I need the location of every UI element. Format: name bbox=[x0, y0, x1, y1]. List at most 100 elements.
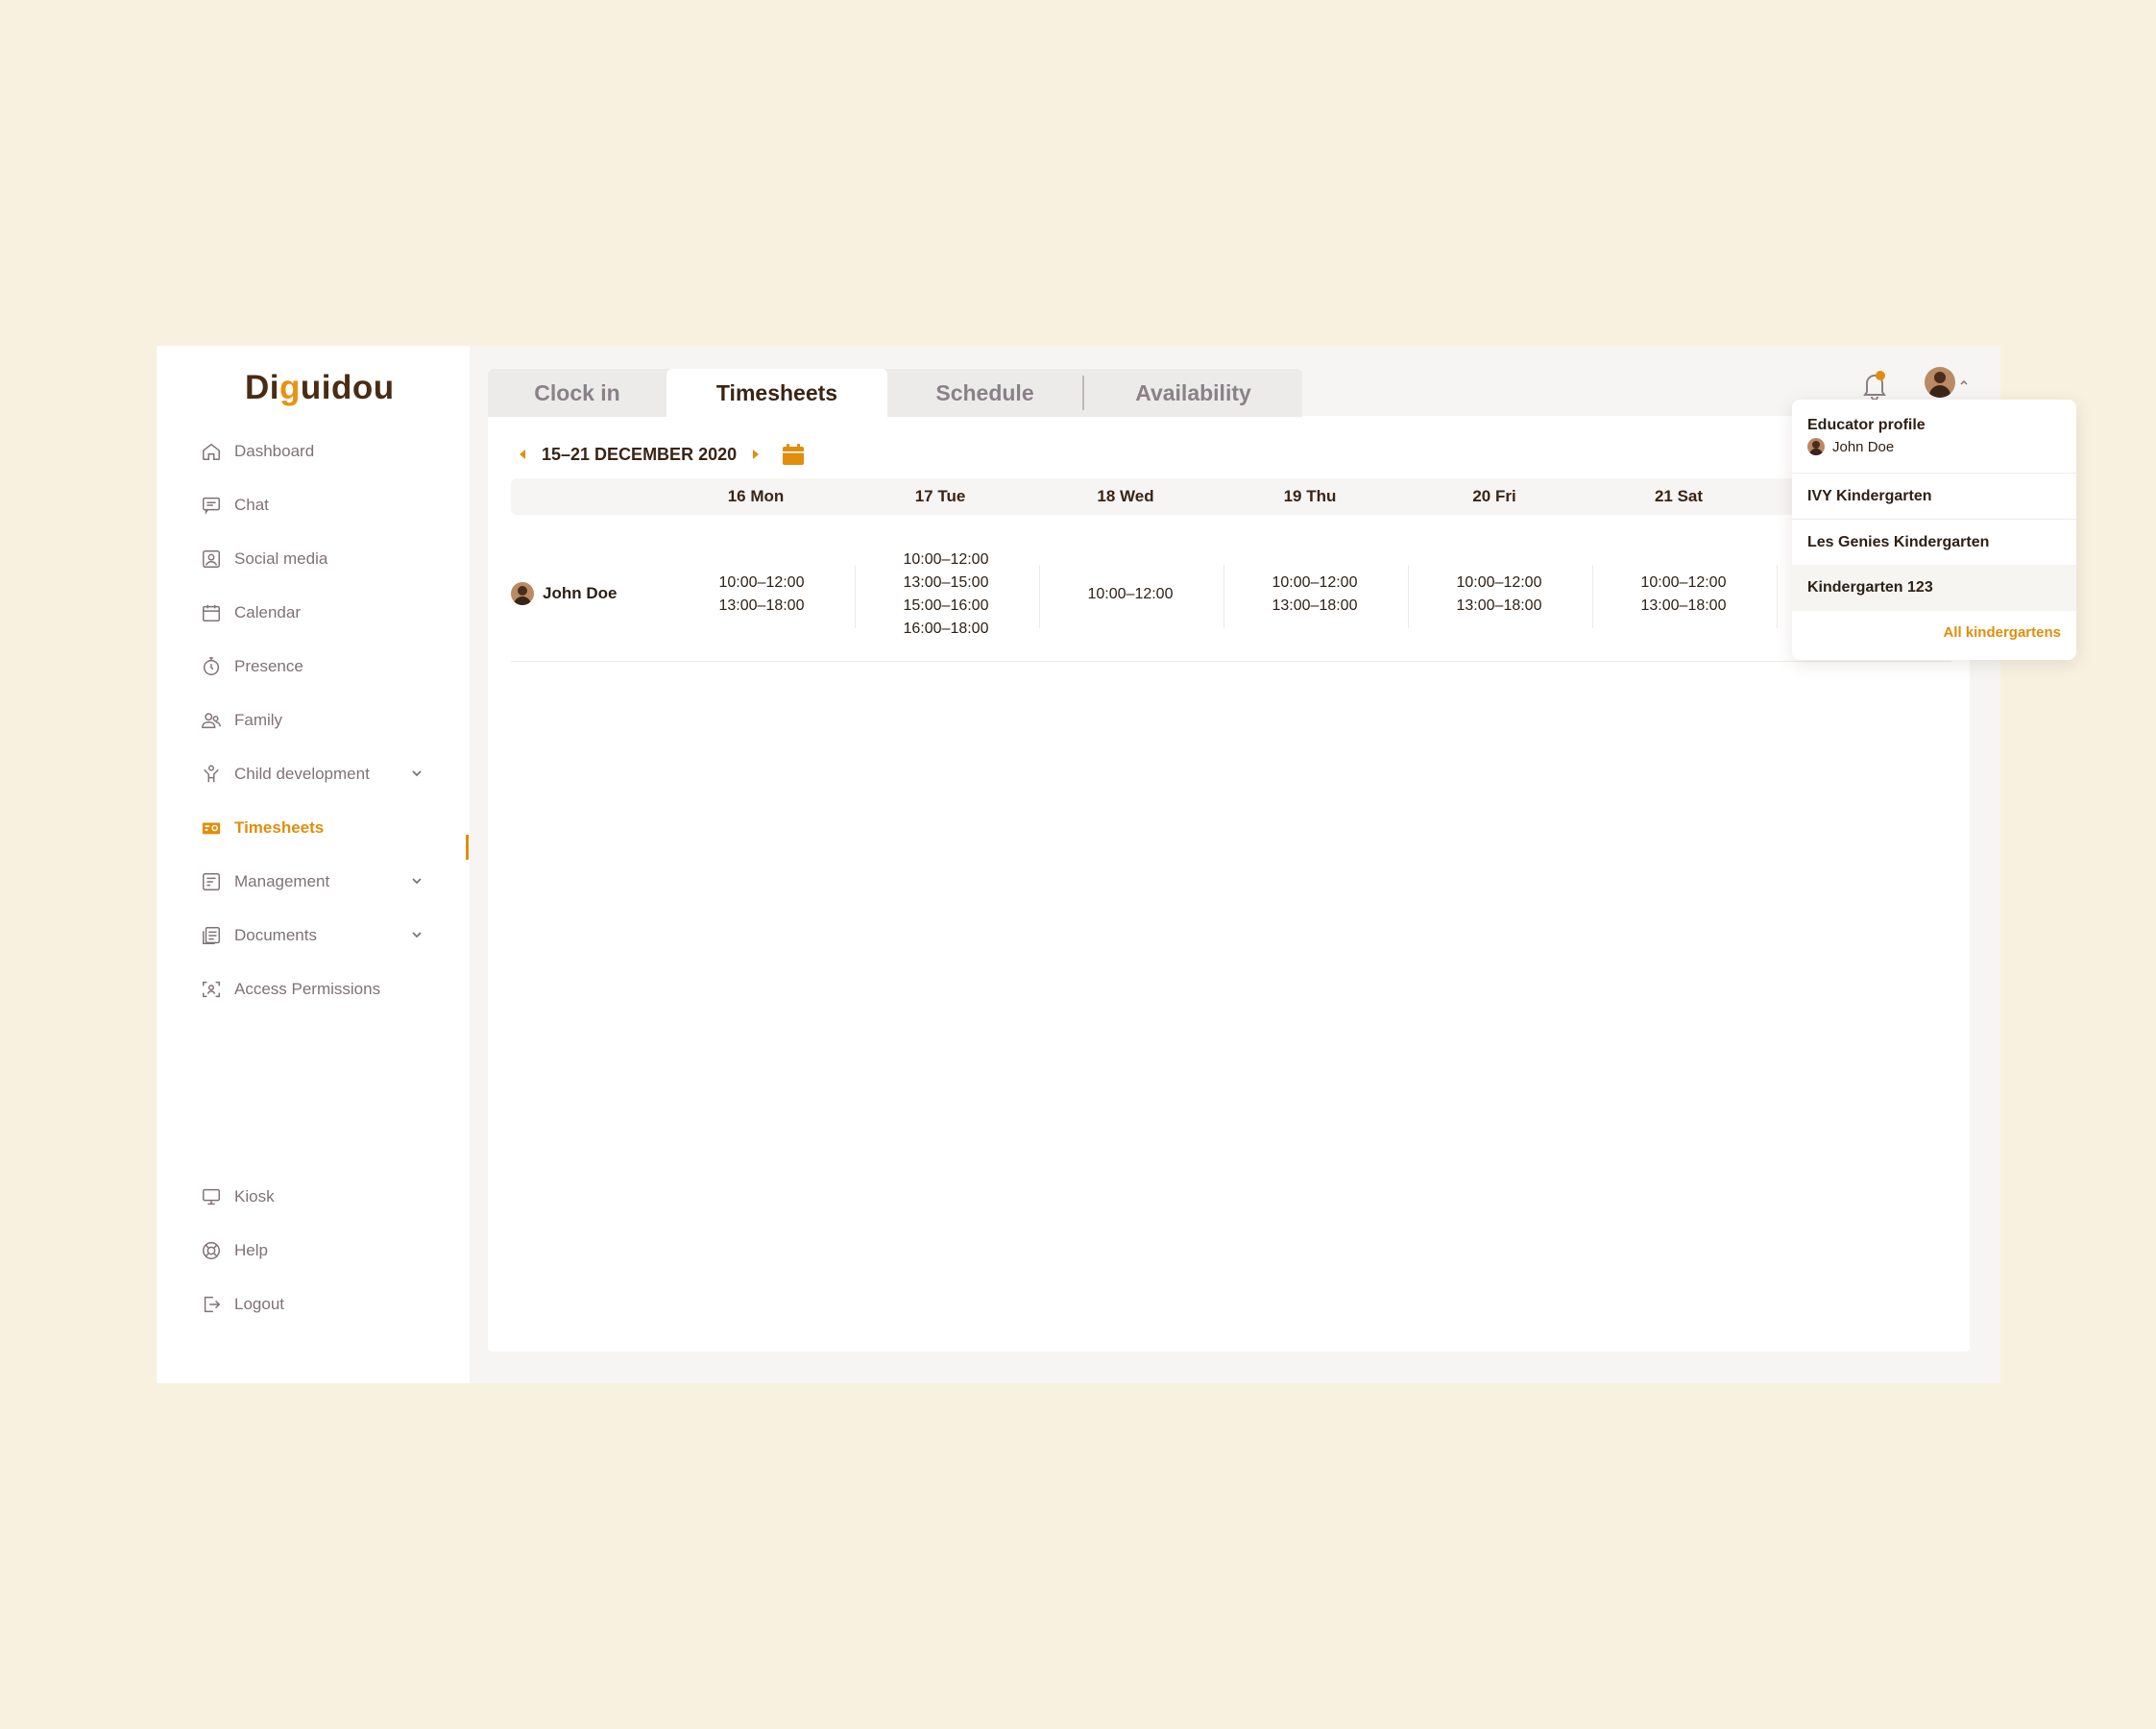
profile-dropdown: Educator profile John Doe IVY Kindergart… bbox=[1792, 400, 2076, 660]
calendar-picker-icon[interactable] bbox=[781, 442, 806, 467]
shift-cell[interactable]: 10:00–12:00 bbox=[1039, 528, 1222, 661]
chevron-up-icon[interactable] bbox=[1959, 378, 1969, 386]
sidebar-item-access-permissions[interactable]: Access Permissions bbox=[201, 970, 380, 1009]
sidebar-item-label: Kiosk bbox=[234, 1187, 275, 1205]
shift-cell[interactable]: 10:00–12:00 13:00–15:00 15:00–16:00 16:0… bbox=[855, 528, 1037, 661]
all-kindergartens-link[interactable]: All kindergartens bbox=[1943, 624, 2061, 641]
day-header: 17 Tue bbox=[914, 487, 966, 505]
dropdown-kindergarten-item-selected[interactable]: Kindergarten 123 bbox=[1792, 565, 2076, 611]
tab-label: Schedule bbox=[935, 379, 1034, 405]
logo-suffix: uidou bbox=[300, 369, 395, 406]
tab-label: Availability bbox=[1135, 379, 1251, 405]
app-window: Diguidou Dashboard Chat Social media Cal… bbox=[157, 346, 2076, 1383]
sidebar-item-label: Family bbox=[234, 711, 283, 729]
logo-accent: g bbox=[279, 369, 301, 406]
tab-timesheets[interactable]: Timesheets bbox=[666, 369, 887, 417]
chevron-down-icon[interactable] bbox=[407, 764, 426, 783]
dropdown-kindergarten-item[interactable]: Les Genies Kindergarten bbox=[1792, 520, 2076, 565]
sidebar-item-timesheets[interactable]: Timesheets bbox=[201, 809, 324, 847]
timesheet-header-row: 16 Mon 17 Tue 18 Wed 19 Thu 20 Fri 21 Sa… bbox=[511, 478, 1951, 515]
avatar-shoulders bbox=[1929, 385, 1950, 398]
sidebar-item-label: Help bbox=[234, 1241, 268, 1259]
dropdown-kindergarten-item[interactable]: IVY Kindergarten bbox=[1792, 474, 2076, 519]
documents-icon bbox=[201, 925, 222, 946]
employee-cell[interactable]: John Doe bbox=[511, 582, 617, 605]
shift-cell[interactable]: 10:00–12:00 13:00–18:00 bbox=[1592, 528, 1775, 661]
home-icon bbox=[201, 441, 222, 462]
tab-schedule[interactable]: Schedule bbox=[887, 369, 1082, 417]
sidebar-item-logout[interactable]: Logout bbox=[201, 1285, 284, 1324]
sidebar-item-kiosk[interactable]: Kiosk bbox=[201, 1178, 275, 1216]
sidebar-item-presence[interactable]: Presence bbox=[201, 647, 303, 686]
shift-time: 13:00–18:00 bbox=[718, 597, 805, 614]
shift-time: 10:00–12:00 bbox=[1456, 574, 1542, 591]
sidebar-item-documents[interactable]: Documents bbox=[201, 916, 422, 955]
shift-time: 13:00–18:00 bbox=[1456, 597, 1542, 614]
monitor-icon bbox=[201, 1186, 222, 1207]
tab-clock-in[interactable]: Clock in bbox=[488, 369, 666, 417]
shift-cell[interactable]: 10:00–12:00 13:00–18:00 bbox=[1223, 528, 1406, 661]
arrow-right-icon[interactable] bbox=[750, 448, 762, 461]
social-media-icon bbox=[201, 548, 222, 570]
sidebar-item-label: Dashboard bbox=[234, 442, 315, 460]
child-icon bbox=[201, 764, 222, 785]
cell-divider bbox=[1777, 565, 1778, 628]
chevron-down-icon[interactable] bbox=[407, 925, 426, 944]
shift-time: 10:00–12:00 bbox=[903, 551, 989, 568]
avatar bbox=[1934, 372, 1946, 383]
chevron-down-icon[interactable] bbox=[407, 871, 426, 890]
day-header: 19 Thu bbox=[1283, 487, 1337, 505]
sidebar-item-label: Child development bbox=[234, 765, 370, 783]
user-avatar-button[interactable] bbox=[1925, 367, 1955, 398]
notification-badge bbox=[1876, 371, 1885, 380]
sidebar: Diguidou Dashboard Chat Social media Cal… bbox=[157, 346, 470, 1383]
management-icon bbox=[201, 871, 222, 892]
avatar bbox=[511, 582, 534, 605]
sidebar-item-family[interactable]: Family bbox=[201, 701, 282, 740]
employee-name: John Doe bbox=[543, 584, 618, 602]
sidebar-item-child-development[interactable]: Child development bbox=[201, 755, 422, 793]
shift-cell[interactable]: 10:00–12:00 13:00–18:00 bbox=[1408, 528, 1590, 661]
active-indicator bbox=[466, 835, 469, 860]
tab-label: Clock in bbox=[534, 379, 620, 405]
shift-time: 10:00–12:00 bbox=[1087, 586, 1174, 602]
sidebar-item-calendar[interactable]: Calendar bbox=[201, 594, 301, 632]
dropdown-profile-title: Educator profile bbox=[1807, 417, 1926, 433]
table-row: John Doe 10:00–12:00 13:00–18:00 10:00–1… bbox=[511, 528, 1951, 662]
sidebar-item-label: Timesheets bbox=[234, 818, 325, 837]
tab-label: Timesheets bbox=[715, 379, 838, 405]
dropdown-profile-user: John Doe bbox=[1807, 438, 2076, 455]
sidebar-item-dashboard[interactable]: Dashboard bbox=[201, 432, 314, 471]
sidebar-item-management[interactable]: Management bbox=[201, 863, 422, 901]
shift-time: 10:00–12:00 bbox=[1272, 574, 1358, 591]
family-icon bbox=[201, 710, 222, 731]
dropdown-educator-profile[interactable]: Educator profile John Doe bbox=[1792, 417, 2076, 455]
face-scan-icon bbox=[201, 979, 222, 1000]
shift-time: 13:00–18:00 bbox=[1640, 597, 1727, 614]
sidebar-item-chat[interactable]: Chat bbox=[201, 486, 269, 524]
sidebar-item-label: Calendar bbox=[234, 603, 301, 621]
sidebar-item-label: Documents bbox=[234, 926, 317, 944]
day-header: 20 Fri bbox=[1472, 487, 1516, 505]
shift-time: 15:00–16:00 bbox=[903, 597, 989, 614]
shift-time: 13:00–18:00 bbox=[1272, 597, 1358, 614]
sidebar-item-social-media[interactable]: Social media bbox=[201, 540, 327, 578]
week-navigator: 15–21 DECEMBER 2020 bbox=[517, 440, 806, 469]
day-header: 21 Sat bbox=[1654, 487, 1704, 505]
shift-cell[interactable]: 10:00–12:00 13:00–18:00 bbox=[670, 528, 853, 661]
timesheets-icon bbox=[201, 817, 222, 839]
shift-time: 10:00–12:00 bbox=[1640, 574, 1727, 591]
shift-time: 16:00–18:00 bbox=[903, 621, 989, 637]
sidebar-item-label: Social media bbox=[234, 549, 328, 568]
arrow-left-icon[interactable] bbox=[517, 448, 528, 461]
notifications-button[interactable] bbox=[1859, 369, 1890, 402]
sidebar-item-help[interactable]: Help bbox=[201, 1231, 268, 1270]
dropdown-profile-name: John Doe bbox=[1832, 438, 1895, 455]
chat-icon bbox=[201, 495, 222, 516]
tab-bar: Clock in Timesheets Schedule Availabilit… bbox=[488, 369, 1302, 417]
sidebar-item-label: Logout bbox=[234, 1295, 284, 1313]
shift-time: 13:00–15:00 bbox=[903, 574, 989, 591]
day-header: 16 Mon bbox=[727, 487, 785, 505]
tab-availability[interactable]: Availability bbox=[1084, 369, 1302, 417]
shift-time: 10:00–12:00 bbox=[718, 574, 805, 591]
